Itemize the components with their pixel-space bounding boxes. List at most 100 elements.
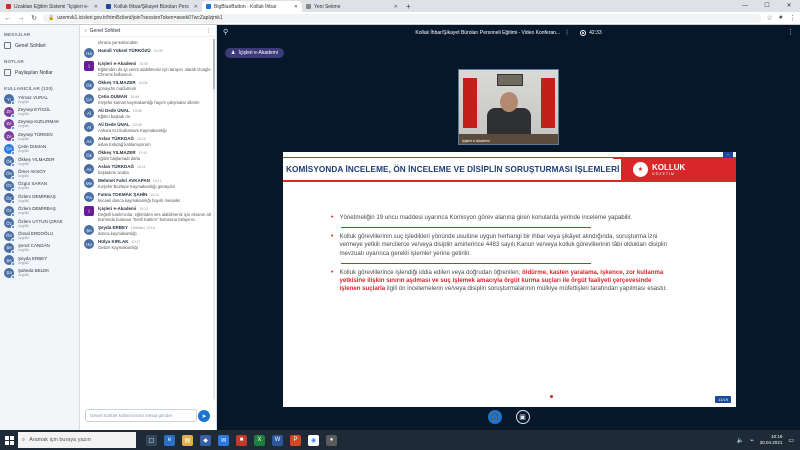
start-button[interactable] <box>0 430 18 450</box>
browser-tab[interactable]: Kolluk İhbar/Şikayet Büroları Pers ✕ <box>102 1 202 12</box>
word-icon[interactable]: W <box>272 434 283 446</box>
network-icon[interactable]: ⌁ <box>750 437 754 444</box>
more-icon[interactable]: ⋮ <box>206 28 211 34</box>
user-list-item[interactable]: Ök Ökkeş YILMAZER üzgüllü <box>0 155 79 168</box>
presenter-head <box>500 92 518 112</box>
user-list-toggle-icon[interactable]: ⚲ <box>223 28 228 36</box>
message-time: 10:08 <box>132 109 142 113</box>
meeting-options-icon[interactable]: ⋮ <box>564 29 570 36</box>
notifications-icon[interactable]: ▭ <box>788 437 794 444</box>
browser-tab[interactable]: BigBlueButton - Kolluk İhbar ✕ <box>202 1 302 12</box>
presenter-badge[interactable]: ♟ İçişleri e-Akademi <box>225 48 284 58</box>
join-audio-button[interactable]: 🎧 <box>487 410 502 424</box>
user-list-item[interactable]: Ön Ömer AKSOY üzgüllü <box>0 167 79 180</box>
avatar: Yı <box>4 94 15 106</box>
author-name: Ali Dede ÜNAL <box>98 108 130 113</box>
app-icon-red[interactable]: ■ <box>236 434 247 446</box>
public-chat-item[interactable]: Genel Sohbet <box>0 39 79 52</box>
message-time: 10:11 <box>152 179 162 183</box>
user-role: üzgüllü <box>18 273 30 278</box>
user-list-item[interactable]: Yı Yılmaz VURAL üzgüllü <box>0 93 79 106</box>
chat-scrollbar-thumb[interactable] <box>213 39 215 89</box>
send-button[interactable]: ➤ <box>198 410 210 422</box>
screen-icon: ▣ <box>519 414 526 421</box>
status-dot <box>11 125 15 130</box>
slide-page-number[interactable]: 11/19 <box>715 396 731 403</box>
tab-close-icon[interactable]: ✕ <box>94 4 98 10</box>
powerpoint-icon[interactable]: P <box>290 434 301 446</box>
taskbar-search[interactable]: ⌕ Aramak için buraya yazın <box>18 432 136 448</box>
record-icon <box>580 29 587 36</box>
user-list-item[interactable]: Şe Şeyda ERBEY üzgüllü <box>0 254 79 267</box>
url-field[interactable]: 🔒 uzemvk1.icisleri.gov.tr/html5client/jo… <box>43 13 762 23</box>
forward-icon[interactable]: → <box>17 15 25 22</box>
message-text: Gebze Kaymakamlığı <box>98 245 139 250</box>
options-icon[interactable]: ⋮ <box>787 28 794 36</box>
tab-close-icon[interactable]: ✕ <box>294 4 298 10</box>
windows-icon <box>4 435 14 445</box>
laser-pointer <box>550 395 553 398</box>
user-list-item[interactable]: Ze Zeynep KIZILIRMAK üzgüllü <box>0 118 79 130</box>
slide-title: KOMİSYONDA İNCELEME, ÖN İNCELEME VE DİSİ… <box>286 164 620 174</box>
mail-icon[interactable]: ✉ <box>218 434 229 446</box>
status-dot <box>11 274 15 279</box>
reload-icon[interactable]: ↻ <box>30 14 38 22</box>
close-window-icon[interactable]: ✕ <box>778 0 800 12</box>
avatar-initials: Hü <box>86 241 92 247</box>
star-icon[interactable]: ☆ <box>766 14 772 22</box>
user-list-item[interactable]: Şa Şaheda BELEK üzgüllü <box>0 266 79 279</box>
chat-message: Şe Şeyda ERBEY (Yetkisiz) 10:16 darıca kaym… <box>84 225 212 236</box>
tab-close-icon[interactable]: ✕ <box>194 4 198 10</box>
message-body: Şeyda ERBEY (Yetkisiz) 10:16 darıca kaymak… <box>98 225 212 236</box>
chrome-icon[interactable]: ◉ <box>308 434 319 446</box>
tab-close-icon[interactable]: ✕ <box>394 4 398 10</box>
clock[interactable]: 10:19 30.04.2021 <box>760 434 783 446</box>
user-list-item[interactable]: Ze Zeynep EYİGÜL üzgüllü <box>0 105 79 118</box>
minimize-icon[interactable]: — <box>734 0 756 12</box>
webcam-video[interactable]: İçişleri e-Akademi <box>458 69 559 145</box>
user-list-item[interactable]: Ön Önsal ERDOĞLU üzgüllü <box>0 229 79 242</box>
message-body: Ali Dede ÜNAL 10:08 Ankara Kızılcahamam Ka… <box>98 122 212 133</box>
user-list-item[interactable]: Öz Özlem DEMİRBAŞ üzgüllü <box>0 192 79 205</box>
chat-header[interactable]: ‹ Genel Sohbet ⋮ <box>80 25 216 37</box>
logo-sub: GÖZETİM <box>652 171 675 176</box>
browser-tab[interactable]: Uzaktan Eğitim Sistemi "İçişleri e- ✕ <box>2 1 102 12</box>
minimize-slide-icon[interactable]: − <box>723 152 733 158</box>
chevron-left-icon[interactable]: ‹ <box>85 28 87 34</box>
shared-notes-item[interactable]: Paylaşılan Notlar <box>0 66 79 79</box>
excel-icon[interactable]: X <box>254 434 265 446</box>
maximize-icon[interactable]: ☐ <box>756 0 778 12</box>
chat-title: Genel Sohbet <box>89 27 121 34</box>
volume-icon[interactable]: 🔈 <box>737 437 744 444</box>
message-time: 10:11 <box>150 193 159 197</box>
app-icon-gray[interactable]: ● <box>326 434 337 446</box>
chat-scrollbar[interactable] <box>213 39 215 399</box>
meeting-header: ⚲ Kolluk İhbar/Şikayet Büroları Personel… <box>217 25 800 40</box>
user-list-item[interactable]: Öz Özlem UYTUN ÇIRAK üzgüllü <box>0 217 79 230</box>
avatar: Hü <box>84 239 94 249</box>
avatar-initials: Ze <box>6 109 12 115</box>
chat-message-input[interactable]: Genel Sohbet kullanıcısına mesaj gönder <box>85 409 197 422</box>
user-role: üzgüllü <box>18 223 30 228</box>
chat-icon <box>4 42 11 49</box>
message-text: Eğitim başladı mı <box>98 114 131 119</box>
user-role: üzgüllü <box>18 161 30 166</box>
author-name: Ökkeş YILMAZER <box>98 150 136 155</box>
store-icon[interactable]: ◆ <box>200 434 211 446</box>
new-tab-icon[interactable]: + <box>402 1 415 12</box>
task-view-icon[interactable]: ▢ <box>146 434 157 446</box>
user-list-item[interactable]: Öz Özgür SARAN üzgüllü <box>0 180 79 192</box>
menu-icon[interactable]: ⋮ <box>789 14 796 22</box>
back-icon[interactable]: ← <box>4 15 12 22</box>
edge-icon[interactable]: e <box>164 434 175 446</box>
browser-tab[interactable]: Yeni Sekme ✕ <box>302 1 402 12</box>
user-list-item[interactable]: Ze Zeynep TÜRKEN üzgüllü <box>0 130 79 143</box>
profile-icon[interactable]: ● <box>779 14 783 22</box>
user-list-item[interactable]: Öz Özlem DEMİRBAŞ üzgüllü <box>0 205 79 217</box>
recording-indicator[interactable]: 42:33 <box>580 29 602 36</box>
share-screen-button[interactable]: ▣ <box>515 410 530 424</box>
file-explorer-icon[interactable]: ▤ <box>182 434 193 446</box>
user-list-item[interactable]: Çe Çetin DUMAN üzgüllü <box>0 143 79 155</box>
presentation-area: ⚲ Kolluk İhbar/Şikayet Büroları Personel… <box>217 25 800 430</box>
user-list-item[interactable]: Şe Şenol CANDAN üzgüllü <box>0 242 79 254</box>
